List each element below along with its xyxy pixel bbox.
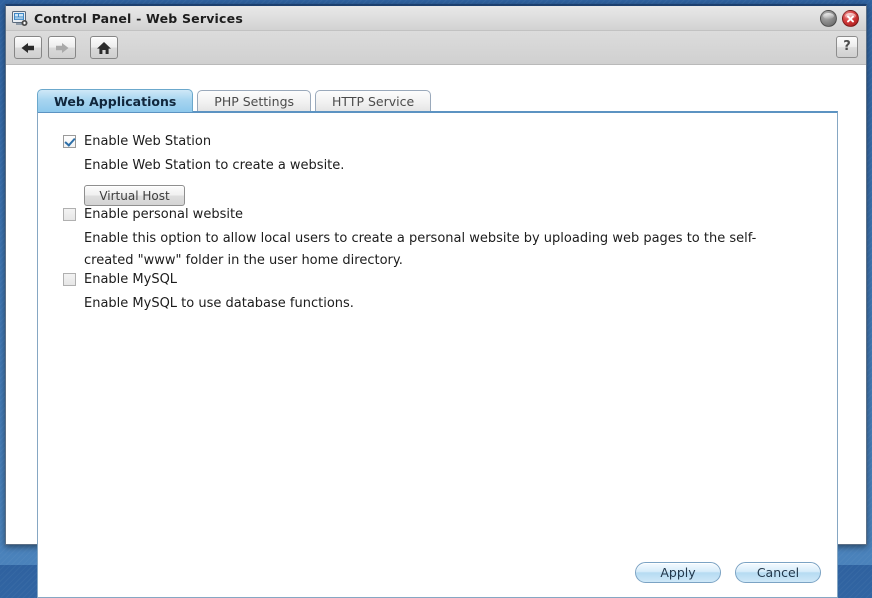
option-label: Enable MySQL (84, 271, 178, 287)
window-body: Web Applications PHP Settings HTTP Servi… (6, 65, 866, 598)
window-title: Control Panel - Web Services (34, 10, 243, 26)
checkbox-row[interactable]: Enable Web Station (63, 133, 344, 149)
tab-label: HTTP Service (332, 94, 415, 109)
checkbox-enable-personal-website[interactable] (63, 207, 76, 221)
tab-label: PHP Settings (214, 94, 295, 109)
tab-label: Web Applications (54, 93, 177, 109)
option-label: Enable Web Station (84, 133, 212, 149)
apply-button[interactable]: Apply (635, 562, 721, 583)
window-controls (820, 10, 859, 27)
checkbox-enable-mysql[interactable] (63, 272, 76, 286)
option-enable-web-station: Enable Web Station Enable Web Station to… (63, 133, 345, 207)
dialog-footer: Apply Cancel (635, 562, 821, 583)
checkbox-row[interactable]: Enable personal website (63, 206, 798, 222)
navigation-toolbar: ? (6, 31, 866, 65)
forward-arrow-icon[interactable] (48, 36, 76, 59)
tab-http-service[interactable]: HTTP Service (315, 90, 432, 112)
tab-web-applications[interactable]: Web Applications (37, 89, 194, 112)
tab-panel-web-applications: Enable Web Station Enable Web Station to… (37, 111, 838, 598)
option-description: Enable MySQL to use database functions. (84, 296, 354, 311)
tab-php-settings[interactable]: PHP Settings (197, 90, 312, 112)
button-gloss (823, 12, 834, 19)
option-description: Enable this option to allow local users … (84, 231, 757, 269)
checkbox-row[interactable]: Enable MySQL (63, 271, 354, 287)
virtual-host-button[interactable]: Virtual Host (84, 185, 185, 207)
option-enable-mysql: Enable MySQL Enable MySQL to use databas… (63, 271, 354, 315)
minimize-button[interactable] (820, 10, 837, 27)
window-titlebar: Control Panel - Web Services (6, 6, 866, 31)
button-gloss (845, 12, 856, 19)
option-description: Enable Web Station to create a website. (84, 158, 345, 173)
option-label: Enable personal website (84, 206, 244, 222)
control-panel-window: Control Panel - Web Services ? Web Appli… (5, 4, 867, 598)
close-button[interactable] (842, 10, 859, 27)
back-arrow-icon[interactable] (14, 36, 42, 59)
help-button[interactable]: ? (836, 36, 858, 58)
checkbox-enable-web-station[interactable] (63, 134, 76, 148)
tab-strip: Web Applications PHP Settings HTTP Servi… (37, 89, 838, 112)
home-icon[interactable] (90, 36, 118, 59)
cancel-button[interactable]: Cancel (735, 562, 821, 583)
computer-monitor-icon (12, 10, 28, 26)
option-enable-personal-website: Enable personal website Enable this opti… (63, 206, 798, 273)
